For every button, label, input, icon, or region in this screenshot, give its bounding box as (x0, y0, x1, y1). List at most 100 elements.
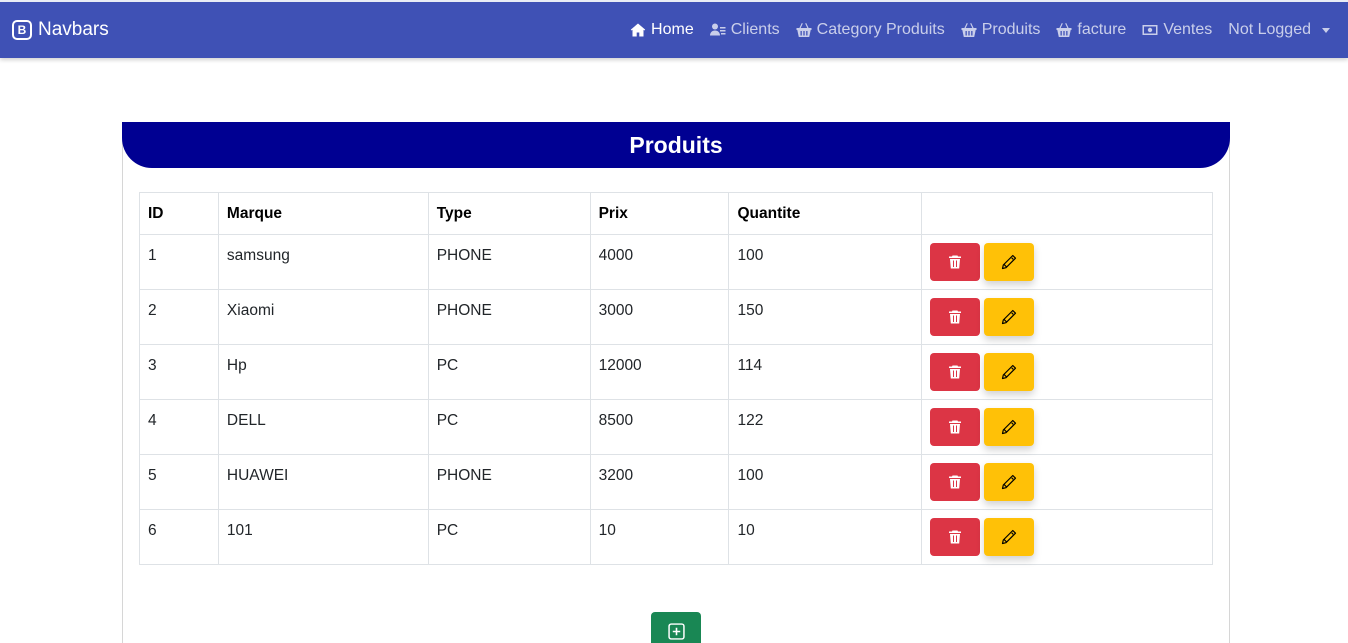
table-row: 3 Hp PC 12000 114 (139, 344, 1213, 400)
plus-square-icon (667, 623, 685, 640)
add-product-button[interactable] (651, 612, 701, 643)
actions-cell (921, 399, 1213, 455)
quantite-cell: 150 (728, 289, 923, 345)
pencil-icon (1002, 364, 1017, 380)
prix-cell: 8500 (589, 399, 730, 455)
marque-cell: Hp (217, 344, 429, 400)
nav-label-category-produits: Category Produits (816, 21, 945, 38)
edit-button[interactable] (984, 463, 1035, 501)
brand-text: Navbars (38, 19, 109, 40)
nav-label-produits: Produits (981, 21, 1041, 38)
table-row: 4 DELL PC 8500 122 (139, 399, 1213, 455)
basket-icon (1056, 23, 1072, 37)
nav-label-clients: Clients (730, 21, 780, 38)
nav-item-home[interactable]: Home (630, 21, 694, 39)
column-header-quantite: Quantite (728, 192, 923, 235)
basket-icon (796, 23, 812, 37)
page-title: Produits (629, 131, 723, 158)
actions-cell (921, 289, 1213, 345)
trash-icon (949, 475, 962, 489)
basket-icon (961, 23, 977, 37)
products-table: ID Marque Type Prix Quantite 1 samsung PHO… (139, 192, 1213, 565)
delete-button[interactable] (930, 353, 981, 391)
edit-button[interactable] (984, 408, 1035, 446)
prix-cell: 10 (589, 509, 730, 565)
type-cell: PC (427, 509, 591, 565)
trash-icon (949, 365, 962, 379)
edit-button[interactable] (984, 353, 1035, 391)
table-header-row: ID Marque Type Prix Quantite (139, 192, 1213, 235)
id-cell: 1 (139, 234, 219, 290)
edit-button[interactable] (984, 298, 1035, 336)
delete-button[interactable] (930, 243, 981, 281)
marque-cell: HUAWEI (217, 454, 429, 510)
quantite-cell: 122 (728, 399, 923, 455)
trash-icon (949, 310, 962, 324)
quantite-cell: 100 (728, 234, 923, 290)
quantite-cell: 10 (728, 509, 923, 565)
table-row: 5 HUAWEI PHONE 3200 100 (139, 454, 1213, 510)
delete-button[interactable] (930, 298, 981, 336)
prix-cell: 3000 (589, 289, 730, 345)
house-icon (630, 23, 646, 37)
marque-cell: samsung (217, 234, 429, 290)
column-header-marque: Marque (217, 192, 429, 235)
id-cell: 4 (139, 399, 219, 455)
nav-label-ventes: Ventes (1163, 21, 1213, 38)
id-cell: 5 (139, 454, 219, 510)
actions-cell (921, 344, 1213, 400)
nav-item-clients[interactable]: Clients (709, 21, 780, 39)
quantite-cell: 100 (728, 454, 923, 510)
delete-button[interactable] (930, 463, 981, 501)
actions-cell (921, 454, 1213, 510)
card-header: Produits (122, 122, 1230, 168)
trash-icon (949, 530, 962, 544)
edit-button[interactable] (984, 243, 1035, 281)
column-header-id: ID (139, 192, 219, 235)
nav-label-home: Home (651, 21, 694, 38)
type-cell: PHONE (427, 289, 591, 345)
nav-item-category-produits[interactable]: Category Produits (796, 21, 945, 39)
table-row: 2 Xiaomi PHONE 3000 150 (139, 289, 1213, 345)
column-header-type: Type (427, 192, 591, 235)
marque-cell: DELL (217, 399, 429, 455)
top-navbar: B Navbars Home Clients Category Produits… (0, 0, 1348, 58)
prix-cell: 4000 (589, 234, 730, 290)
cash-icon (1142, 25, 1158, 35)
users-icon (709, 23, 726, 36)
actions-cell (921, 509, 1213, 565)
account-dropdown[interactable]: Not Logged (1228, 21, 1330, 39)
bootstrap-logo-icon: B (12, 20, 32, 40)
marque-cell: 101 (217, 509, 429, 565)
type-cell: PHONE (427, 454, 591, 510)
prix-cell: 12000 (589, 344, 730, 400)
chevron-down-icon (1322, 27, 1330, 33)
trash-icon (949, 420, 962, 434)
prix-cell: 3200 (589, 454, 730, 510)
table-body: 1 samsung PHONE 4000 100 2 Xiaomi PHONE 3000 150 3… (139, 234, 1213, 565)
brand-link[interactable]: B Navbars (12, 2, 109, 58)
pencil-icon (1002, 419, 1017, 435)
products-card: Produits ID Marque Type Prix Quantite 1s… (122, 122, 1230, 643)
delete-button[interactable] (930, 408, 981, 446)
quantite-cell: 114 (728, 344, 923, 400)
type-cell: PHONE (427, 234, 591, 290)
nav-item-ventes[interactable]: Ventes (1142, 21, 1212, 39)
type-cell: PC (427, 399, 591, 455)
marque-cell: Xiaomi (217, 289, 429, 345)
nav-label-facture: facture (1077, 21, 1127, 38)
table-row: 6 101 PC 10 10 (139, 509, 1213, 565)
id-cell: 2 (139, 289, 219, 345)
delete-button[interactable] (930, 518, 981, 556)
pencil-icon (1002, 254, 1017, 270)
column-header-prix: Prix (589, 192, 730, 235)
account-label: Not Logged (1228, 21, 1311, 38)
nav-item-produits[interactable]: Produits (961, 21, 1041, 39)
type-cell: PC (427, 344, 591, 400)
nav-item-facture[interactable]: facture (1056, 21, 1126, 39)
trash-icon (949, 255, 962, 269)
id-cell: 3 (139, 344, 219, 400)
edit-button[interactable] (984, 518, 1035, 556)
pencil-icon (1002, 309, 1017, 325)
pencil-icon (1002, 474, 1017, 490)
